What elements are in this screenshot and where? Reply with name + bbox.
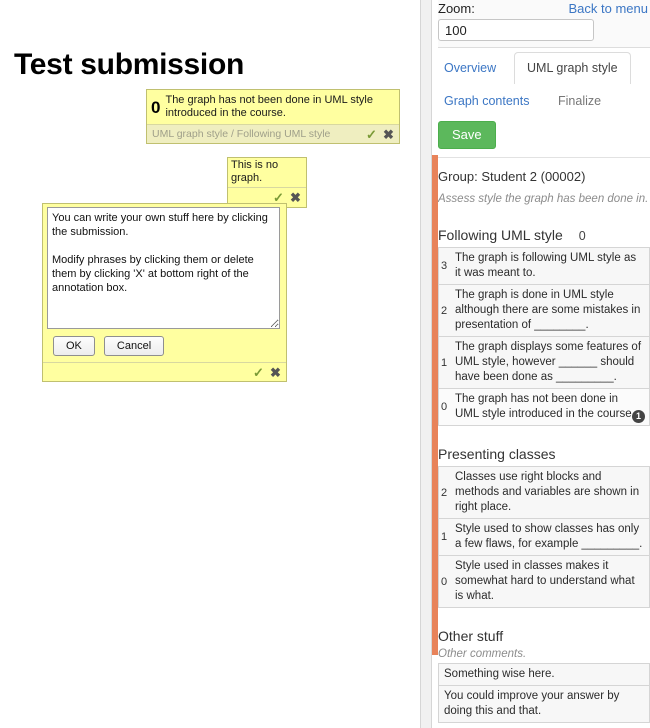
grading-content: Group: Student 2 (00002) Assess style th… bbox=[438, 158, 650, 728]
tab-finalize[interactable]: Finalize bbox=[558, 94, 601, 108]
close-icon[interactable]: ✖ bbox=[287, 189, 304, 206]
rubric-list-presenting-classes: 2 Classes use right blocks and methods a… bbox=[438, 466, 650, 608]
tab-overview[interactable]: Overview bbox=[444, 61, 496, 75]
rubric-text: Style used to show classes has only a fe… bbox=[455, 523, 643, 550]
criterion-score: 0 bbox=[578, 229, 586, 243]
rubric-points: 1 bbox=[441, 356, 448, 369]
save-button[interactable]: Save bbox=[438, 121, 496, 149]
rubric-list-following-uml-style: 3 The graph is following UML style as it… bbox=[438, 247, 650, 426]
zoom-label: Zoom: bbox=[438, 1, 475, 16]
annotation-editor[interactable]: OK Cancel ✓ ✖ bbox=[42, 203, 287, 382]
rubric-item[interactable]: 0 Style used in classes makes it somewha… bbox=[439, 556, 649, 608]
annotation-editor-buttons: OK Cancel bbox=[43, 331, 286, 362]
rubric-points: 2 bbox=[441, 486, 448, 499]
sub-tab-bar: Graph contents Finalize bbox=[438, 94, 650, 121]
back-to-menu-link[interactable]: Back to menu bbox=[569, 1, 649, 16]
criterion-heading-presenting-classes: Presenting classes bbox=[438, 446, 650, 462]
usage-count-badge: 1 bbox=[632, 410, 645, 423]
rubric-points: 0 bbox=[441, 401, 448, 413]
criterion-name: Presenting classes bbox=[438, 446, 556, 462]
panel-splitter[interactable] bbox=[420, 0, 432, 728]
annotation-source-label: UML graph style / Following UML style bbox=[152, 128, 331, 140]
rubric-item[interactable]: 1 The graph displays some features of UM… bbox=[439, 337, 649, 389]
annotation-text-input[interactable] bbox=[47, 207, 280, 329]
chevron-down-icon[interactable]: ✓ bbox=[250, 364, 267, 381]
annotation-box-short[interactable]: This is no graph. ✓ ✖ bbox=[227, 157, 307, 208]
rubric-text: Style used in classes makes it somewhat … bbox=[455, 560, 635, 602]
rubric-text: Classes use right blocks and methods and… bbox=[455, 471, 640, 513]
comment-item[interactable]: Something wise here. bbox=[439, 664, 649, 686]
rubric-points: 1 bbox=[441, 531, 448, 543]
rubric-points: 0 bbox=[441, 575, 448, 588]
annotation-content: 0 The graph has not been done in UML sty… bbox=[147, 90, 399, 124]
assess-hint: Assess style the graph has been done in. bbox=[438, 193, 649, 205]
rubric-item[interactable]: 2 Classes use right blocks and methods a… bbox=[439, 467, 649, 519]
rubric-text: The graph is following UML style as it w… bbox=[455, 252, 637, 279]
annotation-text: The graph has not been done in UML style… bbox=[165, 94, 373, 119]
annotation-footer: ✓ ✖ bbox=[43, 362, 286, 381]
criterion-heading-other-stuff: Other stuff bbox=[438, 628, 650, 644]
annotation-grade: 0 bbox=[151, 98, 161, 117]
comment-item[interactable]: You could improve your answer by doing t… bbox=[439, 686, 649, 723]
tab-uml-graph-style[interactable]: UML graph style bbox=[514, 52, 631, 84]
annotation-box-graded[interactable]: 0 The graph has not been done in UML sty… bbox=[146, 89, 400, 144]
cancel-button[interactable]: Cancel bbox=[103, 336, 165, 356]
rubric-item[interactable]: 0 The graph has not been done in UML sty… bbox=[439, 389, 649, 426]
tab-bar: Overview UML graph style bbox=[438, 48, 650, 94]
group-title: Group: Student 2 (00002) bbox=[438, 169, 586, 184]
chevron-down-icon[interactable]: ✓ bbox=[363, 126, 380, 143]
rubric-item[interactable]: 2 The graph is done in UML style althoug… bbox=[439, 285, 649, 337]
ok-button[interactable]: OK bbox=[53, 336, 95, 356]
rubric-item[interactable]: 1 Style used to show classes has only a … bbox=[439, 519, 649, 556]
annotation-footer: UML graph style / Following UML style ✓ … bbox=[147, 124, 399, 143]
zoom-row: Zoom: Back to menu bbox=[438, 0, 650, 48]
other-comments-hint: Other comments. bbox=[438, 648, 527, 660]
rubric-item[interactable]: 3 The graph is following UML style as it… bbox=[439, 248, 649, 285]
rubric-text: The graph displays some features of UML … bbox=[455, 341, 642, 383]
submission-canvas[interactable]: Test submission 0 The graph has not been… bbox=[0, 0, 420, 728]
close-icon[interactable]: ✖ bbox=[380, 126, 397, 143]
page-title: Test submission bbox=[14, 48, 244, 81]
grading-panel: Zoom: Back to menu Overview UML graph st… bbox=[438, 0, 650, 728]
criterion-name: Following UML style bbox=[438, 227, 563, 243]
annotation-content: This is no graph. bbox=[228, 158, 306, 188]
rubric-points: 3 bbox=[441, 260, 448, 272]
save-row: Save bbox=[438, 121, 650, 158]
criterion-heading-following-uml-style: Following UML style 0 bbox=[438, 227, 650, 243]
tab-graph-contents[interactable]: Graph contents bbox=[444, 94, 529, 108]
rubric-text: The graph has not been done in UML style… bbox=[455, 393, 635, 420]
zoom-input[interactable] bbox=[438, 19, 594, 41]
rubric-points: 2 bbox=[441, 304, 448, 317]
criterion-name: Other stuff bbox=[438, 628, 504, 644]
rubric-text: The graph is done in UML style although … bbox=[455, 289, 641, 331]
comment-list-other-stuff: Something wise here. You could improve y… bbox=[438, 663, 650, 723]
annotation-text: This is no graph. bbox=[231, 159, 279, 184]
close-icon[interactable]: ✖ bbox=[267, 364, 284, 381]
